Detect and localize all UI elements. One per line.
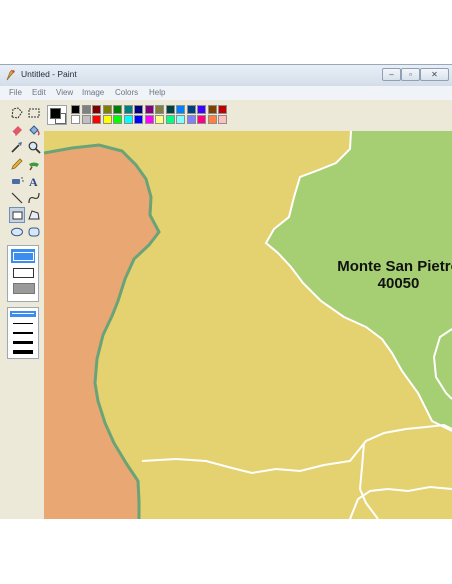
color-palette [44,100,452,131]
palette-swatch[interactable] [218,105,227,114]
palette-swatch[interactable] [155,115,164,124]
close-button[interactable]: ✕ [420,68,449,81]
palette-swatch[interactable] [123,105,133,114]
menu-help[interactable]: Help [149,88,165,97]
eraser-icon[interactable] [9,122,25,138]
menu-edit[interactable]: Edit [32,88,46,97]
current-colors[interactable] [47,105,67,125]
rounded-rect-icon[interactable] [26,224,42,240]
palette-swatch[interactable] [92,115,101,124]
palette-swatch[interactable] [186,115,196,124]
ellipse-icon[interactable] [9,224,25,240]
minimize-button[interactable]: ‒ [382,68,401,81]
paint-window: Untitled - Paint ‒ ▫ ✕ File Edit View Im… [0,64,452,519]
rectangle-icon[interactable] [9,207,25,223]
text-icon[interactable]: A [26,173,42,189]
line-width-selected[interactable] [10,311,36,317]
color-picker-icon[interactable] [9,139,25,155]
line-width-5[interactable] [13,350,33,354]
palette-swatch[interactable] [113,115,122,124]
palette-swatch[interactable] [218,115,227,124]
palette-swatch[interactable] [165,115,175,124]
line-width-4[interactable] [13,341,33,344]
map-image [44,131,452,519]
brush-icon[interactable] [26,156,42,172]
airbrush-icon[interactable] [9,173,25,189]
palette-swatch[interactable] [165,105,175,114]
fill-style-selected[interactable] [11,249,35,263]
palette-swatch[interactable] [207,105,217,114]
palette-swatch[interactable] [123,115,133,124]
minimize-icon: ‒ [389,70,394,79]
palette-swatch[interactable] [134,105,143,114]
maximize-icon: ▫ [409,70,412,79]
palette-swatch[interactable] [207,115,217,124]
palette-swatch[interactable] [71,105,80,114]
menu-view[interactable]: View [56,88,73,97]
menu-bar: File Edit View Image Colors Help [0,86,452,100]
toolbox: A [0,100,45,519]
palette-swatch[interactable] [134,115,143,124]
palette-swatch[interactable] [176,115,185,124]
palette-swatch[interactable] [102,115,112,124]
line-width-options [7,307,39,359]
rect-select-icon[interactable] [26,105,42,121]
region-name-label: Monte San Pietro [337,258,452,275]
polygon-icon[interactable] [26,207,42,223]
fill-icon[interactable] [26,122,42,138]
palette-swatch[interactable] [81,115,91,124]
palette-swatch[interactable] [113,105,122,114]
magnifier-icon[interactable] [26,139,42,155]
fill-style-options [7,245,39,302]
menu-file[interactable]: File [9,88,22,97]
palette-swatch[interactable] [102,105,112,114]
palette-swatch[interactable] [71,115,80,124]
palette-swatch[interactable] [92,105,101,114]
drawing-canvas[interactable]: Monte San Pietro 40050 [44,131,452,519]
pencil-icon[interactable] [9,156,25,172]
close-icon: ✕ [431,70,438,79]
palette-swatch[interactable] [186,105,196,114]
window-title: Untitled - Paint [21,69,77,79]
palette-swatch[interactable] [176,105,185,114]
svg-text:A: A [29,175,38,189]
line-width-3[interactable] [13,332,33,334]
line-icon[interactable] [9,190,25,206]
palette-swatch[interactable] [155,105,164,114]
palette-swatch[interactable] [81,105,91,114]
palette-swatch[interactable] [144,105,154,114]
palette-swatch[interactable] [197,105,206,114]
paint-icon [6,69,15,81]
maximize-button[interactable]: ▫ [401,68,420,81]
menu-colors[interactable]: Colors [115,88,138,97]
free-select-icon[interactable] [9,105,25,121]
line-width-2[interactable] [13,323,33,324]
curve-icon[interactable] [26,190,42,206]
region-code-label: 40050 [377,275,420,292]
fill-style-outline[interactable] [13,268,34,278]
foreground-color [50,108,61,119]
menu-image[interactable]: Image [82,88,104,97]
palette-swatch[interactable] [197,115,206,124]
fill-style-solid[interactable] [13,283,35,294]
title-bar[interactable]: Untitled - Paint ‒ ▫ ✕ [0,65,452,86]
palette-swatch[interactable] [144,115,154,124]
